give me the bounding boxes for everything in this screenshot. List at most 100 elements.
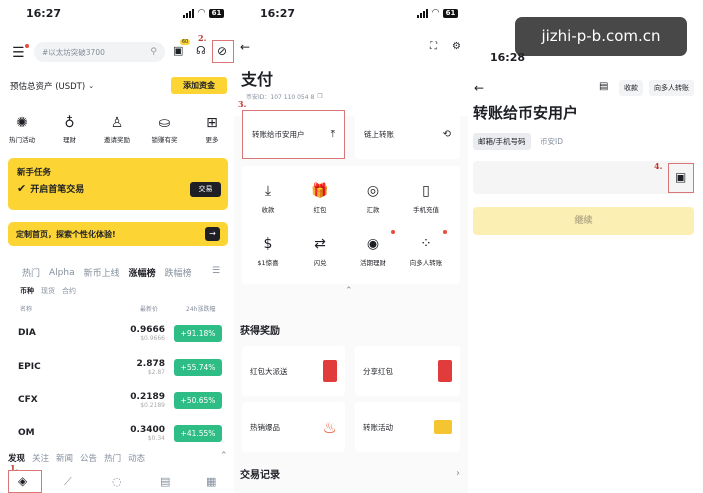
chat-badge: 60	[180, 39, 191, 45]
reward-card-transfer-event[interactable]: 转账活动	[355, 402, 460, 452]
tab-following[interactable]: 关注	[32, 452, 49, 464]
quick-referral[interactable]: ♙ 邀请奖励	[97, 114, 137, 144]
back-arrow-icon[interactable]: ←	[240, 40, 250, 54]
battery-icon: 61	[443, 8, 458, 18]
subtab-spot[interactable]: 现货	[41, 286, 55, 296]
continue-button[interactable]: 继续	[473, 207, 694, 235]
reward-label: 转账活动	[363, 422, 393, 432]
pay-service-label: 活期理财	[360, 259, 386, 267]
settings-icon[interactable]: ⚙	[452, 41, 461, 52]
futures-nav-icon[interactable]: ▤	[160, 475, 170, 488]
pay-service-item[interactable]: ⤓ 收款	[248, 183, 288, 214]
chat-icon[interactable]: ▣	[173, 44, 183, 57]
wifi-icon: ◠	[432, 8, 439, 18]
document-icon[interactable]: ▤	[599, 81, 608, 92]
scan-icon[interactable]: ⛶	[430, 41, 437, 52]
quick-hot-events[interactable]: ✺ 热门活动	[2, 114, 42, 144]
envelope-icon	[434, 420, 452, 434]
banner-text: 定制首页，探索个性化体验!	[16, 229, 116, 239]
newbie-task-card[interactable]: 新手任务 ✔ 开启首笔交易 交易	[8, 158, 228, 210]
tab-hot[interactable]: 热门	[22, 266, 40, 279]
pay-service-item[interactable]: ▯ 手机充值	[406, 183, 446, 214]
party-icon: ✺	[16, 115, 28, 131]
pay-service-item[interactable]: ◉ 活期理财	[353, 236, 393, 267]
tab-feed[interactable]: 动态	[128, 452, 145, 464]
signal-icon	[417, 8, 429, 18]
assets-label[interactable]: 预估总资产 (USDT) ⌄	[10, 80, 94, 92]
back-arrow-icon[interactable]: ←	[474, 81, 484, 95]
tab-binance-id[interactable]: 币安ID	[540, 136, 563, 147]
tab-news[interactable]: 新闻	[56, 452, 73, 464]
piggy-icon: ⛀	[158, 115, 171, 131]
receive-button[interactable]: 收款	[619, 80, 643, 96]
row-price-usd: $0.34	[147, 434, 165, 442]
tab-gainers[interactable]: 涨幅榜	[129, 266, 156, 279]
chain-icon: ⟲	[442, 129, 451, 140]
table-row[interactable]: OM 0.3400 $0.34 +41.55%	[18, 416, 222, 450]
status-bar: 16:27 ◠ 61	[234, 0, 468, 26]
tab-announcements[interactable]: 公告	[80, 452, 97, 464]
search-bar[interactable]: #以太坊突破3700 ⚲	[34, 42, 165, 62]
arrow-right-icon[interactable]: →	[205, 227, 220, 241]
upload-arrow-icon: ⤒	[330, 129, 335, 140]
multi-icon: ⁘	[420, 236, 432, 252]
row-price-usd: $0.2189	[140, 401, 165, 409]
subtab-coin[interactable]: 币种	[20, 286, 34, 296]
onchain-transfer-button[interactable]: 链上转账 ⟲	[355, 110, 460, 159]
quick-lock-earn[interactable]: ⛀ 锁赚有奖	[145, 114, 185, 144]
reward-label: 红包大派送	[250, 366, 288, 376]
transfer-user-screen: 16:28 jizhi-p-b.com.cn ← ▤ 收款 向多人转账 转账给币…	[468, 0, 703, 493]
pay-service-item[interactable]: $ $1惊喜	[248, 236, 288, 267]
tab-losers[interactable]: 跌幅榜	[165, 266, 192, 279]
pay-service-item[interactable]: ⇄ 闪兑	[300, 236, 340, 267]
reward-card-hot-sale[interactable]: 热销爆品 ♨	[242, 402, 345, 452]
swap-icon: ⇄	[314, 236, 326, 252]
table-row[interactable]: EPIC 2.878 $2.87 +55.74%	[18, 350, 222, 384]
row-change: +55.74%	[174, 358, 222, 376]
chevron-down-icon: ⌄	[88, 82, 95, 90]
home-nav-icon[interactable]: ◈	[18, 474, 27, 488]
tab-alpha[interactable]: Alpha	[49, 268, 75, 278]
pay-service-label: 手机充值	[413, 206, 439, 214]
pay-service-item[interactable]: 🎁 红包	[300, 183, 340, 214]
quick-more[interactable]: ⊞ 更多	[192, 114, 232, 144]
pay-service-item[interactable]: ◎ 汇款	[353, 183, 393, 214]
transaction-history-row[interactable]: 交易记录 ›	[240, 466, 460, 481]
contact-book-icon[interactable]: ▣	[675, 170, 686, 184]
pay-icon[interactable]: ⊘	[217, 44, 227, 58]
col-name: 名称	[20, 306, 33, 313]
trade-button[interactable]: 交易	[190, 182, 221, 197]
multi-transfer-button[interactable]: 向多人转账	[649, 80, 694, 96]
search-icon: ⚲	[150, 47, 157, 57]
reward-card-red-packet[interactable]: 红包大派送	[242, 346, 345, 396]
copy-icon[interactable]: ❐	[317, 93, 322, 100]
headset-icon[interactable]: ☊	[196, 44, 206, 57]
reward-card-share[interactable]: 分享红包	[355, 346, 460, 396]
tab-new-listing[interactable]: 新币上线	[84, 266, 120, 279]
menu-icon[interactable]: ☰	[12, 45, 25, 61]
pay-service-item[interactable]: ⁘ 向多人转账	[406, 236, 446, 267]
transfer-binance-user-button[interactable]: 转账给币安用户 ⤒	[242, 110, 345, 159]
tab-trending[interactable]: 热门	[104, 452, 121, 464]
tabs-menu-icon[interactable]: ☰	[212, 266, 220, 276]
subtab-futures[interactable]: 合约	[62, 286, 76, 296]
wifi-icon: ◠	[198, 8, 205, 18]
chevron-up-icon[interactable]: ⌃	[345, 286, 353, 296]
quick-earn[interactable]: ♁ 理财	[50, 114, 90, 144]
markets-nav-icon[interactable]: ⟋	[64, 475, 72, 489]
row-price: 0.9666	[130, 324, 165, 335]
customize-banner[interactable]: 定制首页，探索个性化体验! →	[8, 222, 228, 246]
table-row[interactable]: CFX 0.2189 $0.2189 +50.65%	[18, 383, 222, 417]
add-funds-button[interactable]: 添加资金	[171, 77, 227, 94]
status-time: 16:27	[26, 6, 62, 20]
tab-email-phone[interactable]: 邮箱/手机号码	[473, 133, 531, 150]
trade-nav-icon[interactable]: ◌	[112, 475, 122, 488]
table-row[interactable]: DIA 0.9666 $0.9666 +91.18%	[18, 316, 222, 350]
flame-icon: ♨	[322, 417, 337, 437]
red-envelope-icon	[323, 360, 337, 382]
rewards-title: 获得奖励	[240, 326, 280, 337]
search-placeholder: #以太坊突破3700	[42, 47, 105, 57]
row-price: 2.878	[136, 358, 165, 369]
chevron-up-icon[interactable]: ⌃	[220, 451, 228, 461]
wallet-nav-icon[interactable]: ▦	[206, 475, 216, 488]
